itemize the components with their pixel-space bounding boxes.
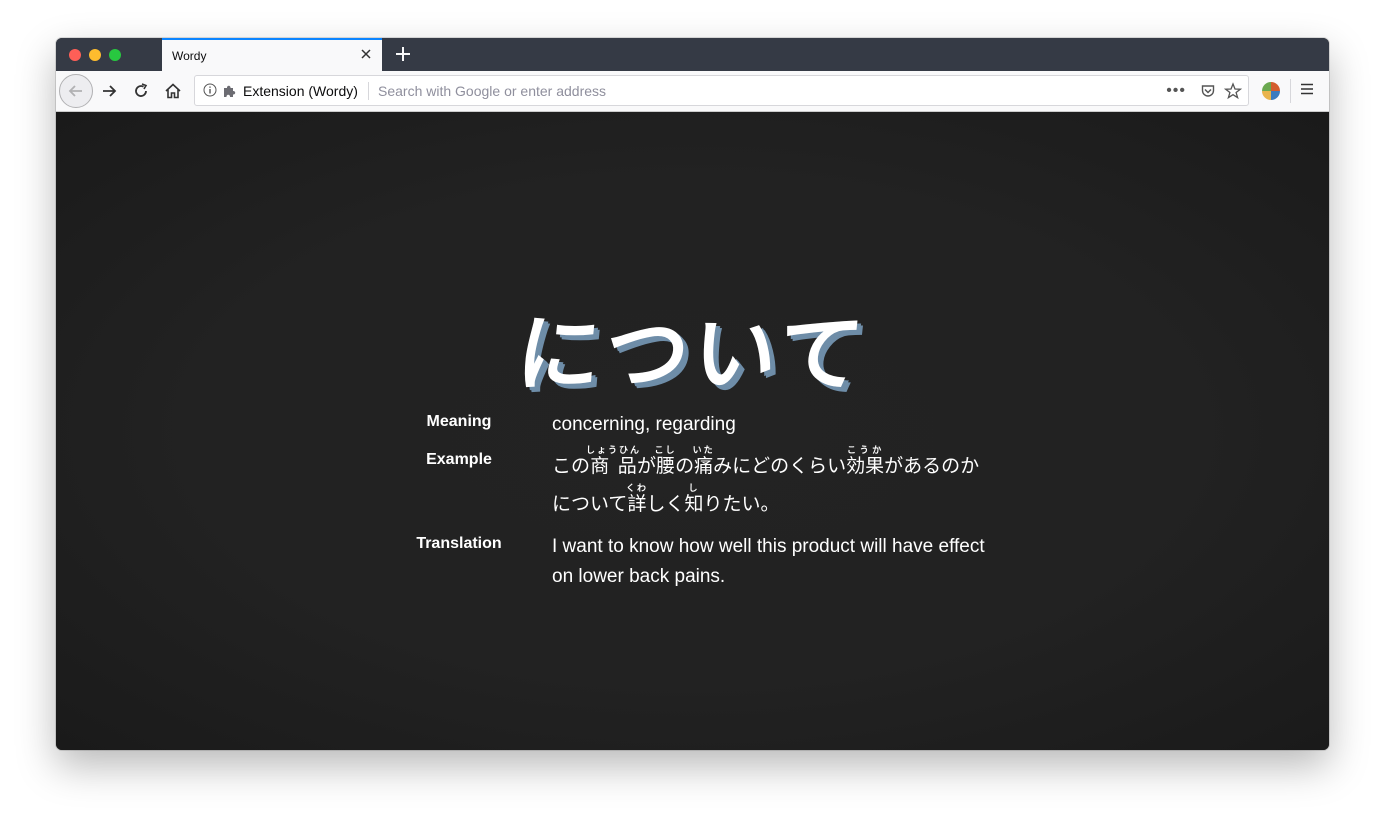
example-text-segment: みにどのくらい (713, 455, 847, 477)
toolbar-separator (1290, 79, 1291, 103)
furigana: くわ (625, 484, 648, 494)
url-separator (368, 82, 369, 100)
extension-puzzle-icon (222, 83, 238, 104)
furigana: こし (654, 446, 677, 456)
bookmark-star-icon[interactable] (1223, 82, 1243, 105)
example-label: Example (426, 451, 492, 468)
page-actions-more-icon[interactable]: ••• (1166, 82, 1186, 100)
furigana: しょうひん (586, 446, 642, 456)
example-text-segment: が (637, 455, 657, 477)
info-icon[interactable] (203, 83, 217, 102)
close-tab-icon[interactable] (358, 46, 374, 62)
tab-title: Wordy (172, 49, 207, 63)
reload-button[interactable] (127, 77, 155, 105)
browser-window: Wordy Extension (Wordy) Search with Goog… (56, 38, 1329, 750)
forward-arrow-icon (103, 85, 117, 97)
reload-icon (135, 83, 148, 97)
furigana: し (684, 484, 704, 494)
example-ruby-word: 効果こうか (846, 446, 885, 477)
window-minimize-button[interactable] (89, 49, 101, 61)
example-ruby-word: 腰こし (654, 446, 677, 477)
translation-text: I want to know how well this product wil… (552, 536, 985, 587)
back-button[interactable] (59, 74, 93, 108)
identity-label[interactable]: Extension (Wordy) (243, 83, 358, 99)
address-input[interactable]: Search with Google or enter address (378, 83, 606, 99)
meaning-label: Meaning (426, 413, 492, 430)
meaning-text: concerning, regarding (552, 414, 736, 435)
example-ruby-word: 詳くわ (625, 484, 648, 515)
home-button[interactable] (159, 77, 187, 105)
window-zoom-button[interactable] (109, 49, 121, 61)
furigana: いた (692, 446, 715, 456)
example-ruby-word: 知し (684, 484, 704, 515)
translation-label: Translation (416, 535, 502, 552)
tab-wordy[interactable]: Wordy (162, 38, 382, 71)
home-icon (165, 83, 181, 99)
extension-page: について Meaning concerning, regarding Examp… (56, 112, 1329, 750)
window-close-button[interactable] (69, 49, 81, 61)
pocket-icon[interactable] (1200, 83, 1216, 104)
vocabulary-word: について (511, 305, 872, 403)
account-avatar[interactable] (1262, 82, 1280, 100)
example-ruby-word: 痛いた (692, 446, 715, 477)
example-text-segment: りたい。 (703, 493, 780, 515)
hamburger-menu-icon[interactable] (1299, 81, 1315, 102)
tab-strip: Wordy (56, 38, 1329, 71)
example-ruby-word: 商品しょうひん (586, 446, 642, 477)
url-bar[interactable]: Extension (Wordy) Search with Google or … (194, 75, 1249, 106)
back-arrow-icon (68, 85, 82, 97)
example-text-segment: しく (646, 493, 685, 515)
new-tab-button[interactable] (392, 43, 414, 65)
navigation-toolbar: Extension (Wordy) Search with Google or … (56, 71, 1329, 112)
forward-button[interactable] (95, 77, 123, 105)
furigana: こうか (846, 446, 885, 456)
example-sentence: この商品しょうひんが腰こしの痛いたみにどのくらい効果こうかがあるのかについて詳く… (552, 446, 992, 523)
example-text-segment: の (675, 455, 695, 477)
example-text-segment: この (552, 455, 591, 477)
